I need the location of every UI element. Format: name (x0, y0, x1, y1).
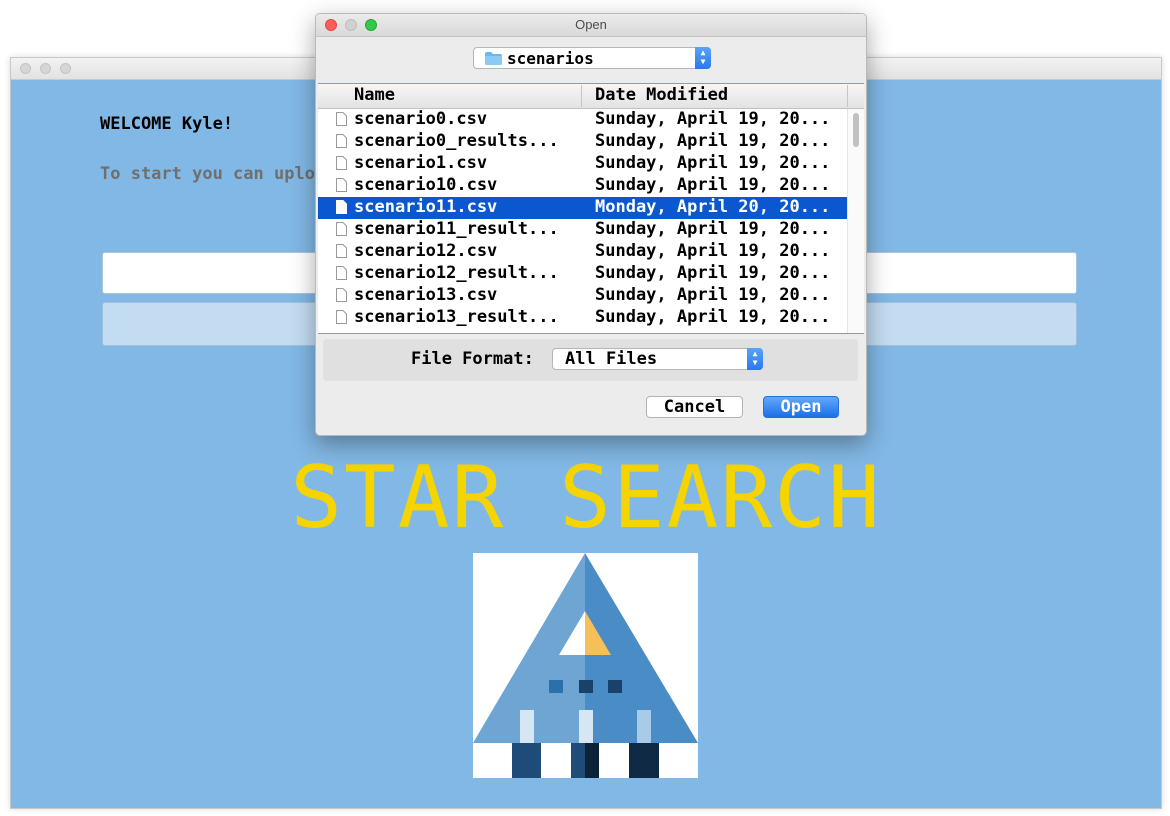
document-icon (336, 288, 347, 302)
file-row[interactable]: scenario13_result... Sunday, April 19, 20… (318, 307, 848, 329)
document-icon (336, 266, 347, 280)
file-name: scenario10.csv (354, 175, 498, 195)
file-date-modified: Sunday, April 19, 20... (595, 241, 831, 261)
file-row[interactable]: scenario0.csv Sunday, April 19, 20... (318, 109, 848, 131)
column-header-name[interactable]: Name (318, 85, 582, 107)
list-header: Name Date Modified (318, 84, 864, 109)
file-date-modified: Monday, April 20, 20... (595, 197, 831, 217)
star-search-logo (473, 553, 698, 778)
chevron-updown-icon: ▲ ▼ (747, 348, 763, 370)
file-list[interactable]: Name Date Modified scenario0.csv Sunday, … (318, 83, 864, 334)
folder-name: scenarios (507, 49, 594, 68)
file-list-scrollbar[interactable] (847, 109, 864, 333)
app-close-button[interactable] (20, 63, 31, 74)
file-name: scenario11_result... (354, 219, 559, 239)
app-minimize-button[interactable] (40, 63, 51, 74)
file-name: scenario12.csv (354, 241, 498, 261)
document-icon (336, 244, 347, 258)
file-name: scenario13.csv (354, 285, 498, 305)
file-date-modified: Sunday, April 19, 20... (595, 153, 831, 173)
cancel-button[interactable]: Cancel (646, 396, 743, 418)
file-name: scenario11.csv (354, 197, 498, 217)
app-title: STAR SEARCH (290, 448, 882, 548)
file-date-modified: Sunday, April 19, 20... (595, 285, 831, 305)
document-icon (336, 112, 347, 126)
welcome-text: WELCOME Kyle! (100, 114, 234, 134)
dialog-titlebar: Open (316, 14, 866, 37)
document-icon (336, 310, 347, 324)
file-row[interactable]: scenario0_results... Sunday, April 19, 20… (318, 131, 848, 153)
file-name: scenario0_results... (354, 131, 559, 151)
document-icon (336, 178, 347, 192)
file-format-bar: File Format: All Files ▲ ▼ (323, 339, 858, 381)
folder-icon (485, 52, 502, 65)
file-name: scenario12_result... (354, 263, 559, 283)
file-date-modified: Sunday, April 19, 20... (595, 131, 831, 151)
file-name: scenario1.csv (354, 153, 488, 173)
dialog-title: Open (575, 17, 607, 32)
file-row[interactable]: scenario1.csv Sunday, April 19, 20... (318, 153, 848, 175)
file-date-modified: Sunday, April 19, 20... (595, 109, 831, 129)
document-icon (336, 200, 347, 214)
file-row[interactable]: scenario10.csv Sunday, April 19, 20... (318, 175, 848, 197)
chevron-updown-icon: ▲ ▼ (695, 47, 711, 69)
column-header-date-modified[interactable]: Date Modified (583, 85, 848, 107)
app-zoom-button[interactable] (60, 63, 71, 74)
file-date-modified: Sunday, April 19, 20... (595, 307, 831, 327)
file-date-modified: Sunday, April 19, 20... (595, 263, 831, 283)
file-format-label: File Format: (411, 349, 534, 369)
open-button[interactable]: Open (763, 396, 839, 418)
folder-popup[interactable]: scenarios ▲ ▼ (473, 47, 711, 69)
file-name: scenario13_result... (354, 307, 559, 327)
file-rows: scenario0.csv Sunday, April 19, 20... scen… (318, 109, 848, 329)
file-date-modified: Sunday, April 19, 20... (595, 219, 831, 239)
file-row[interactable]: scenario11_result... Sunday, April 19, 20… (318, 219, 848, 241)
file-format-value: All Files (565, 349, 658, 369)
file-row[interactable]: scenario11.csv Monday, April 20, 20... (318, 197, 848, 219)
file-format-select[interactable]: All Files ▲ ▼ (552, 348, 763, 370)
file-row[interactable]: scenario12_result... Sunday, April 19, 20… (318, 263, 848, 285)
open-dialog: Open scenarios ▲ ▼ Name Date Modified sce… (315, 13, 867, 436)
document-icon (336, 222, 347, 236)
file-row[interactable]: scenario12.csv Sunday, April 19, 20... (318, 241, 848, 263)
file-row[interactable]: scenario13.csv Sunday, April 19, 20... (318, 285, 848, 307)
document-icon (336, 134, 347, 148)
scrollbar-thumb[interactable] (853, 113, 859, 147)
file-name: scenario0.csv (354, 109, 488, 129)
file-date-modified: Sunday, April 19, 20... (595, 175, 831, 195)
document-icon (336, 156, 347, 170)
